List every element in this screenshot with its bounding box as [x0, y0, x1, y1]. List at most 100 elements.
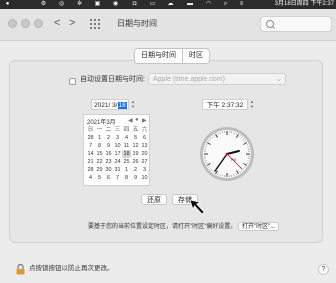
search-status-icon[interactable]: ⌕ — [222, 1, 229, 7]
calendar-day[interactable]: 19 — [131, 150, 140, 158]
zoom-button[interactable] — [34, 19, 43, 28]
calendar-day[interactable]: 3 — [113, 134, 122, 142]
calendar-day[interactable]: 13 — [140, 142, 149, 150]
calendar-day[interactable]: 28 — [86, 134, 95, 142]
clock-center — [225, 152, 229, 156]
calendar-day[interactable]: 10 — [140, 174, 149, 182]
gear-status-icon[interactable]: ⚙ — [40, 1, 47, 7]
tab-bar: 日期与时间 时区 — [134, 48, 210, 64]
calendar: 2021年3月 ◀ ● ▶ 日一二三四五六 28 1 2 3 4 5 6 7 8 9 10 11 12 13… — [83, 114, 150, 186]
auto-time-label: 自动设置日期与时间: — [80, 76, 145, 83]
calendar-day[interactable]: 8 — [122, 174, 131, 182]
calendar-day[interactable]: 5 — [95, 174, 104, 182]
calendar-day[interactable]: 30 — [104, 166, 113, 174]
lock-status-icon[interactable]: ◘ — [131, 1, 138, 7]
calendar-day[interactable]: 12 — [131, 142, 140, 150]
calendar-weekday: 四 — [123, 127, 130, 133]
minimize-button[interactable] — [21, 19, 30, 28]
search-input[interactable] — [276, 18, 328, 30]
cloud-status-icon[interactable]: ☁ — [167, 1, 174, 7]
calendar-day[interactable]: 23 — [104, 158, 113, 166]
open-timezone-button[interactable]: 打开"时区"... — [237, 222, 280, 231]
time-field[interactable]: 下午 2:37:32 — [202, 99, 248, 110]
lock-icon[interactable] — [16, 264, 25, 275]
calendar-day[interactable]: 31 — [113, 166, 122, 174]
calendar-weekday: 日 — [87, 127, 94, 133]
calendar-day[interactable]: 9 — [131, 174, 140, 182]
menu-bar: ● ⚙ ◎ ✲ ▣ ◉ ◘ ▭ ☁ ▬ ◠ ⌕ ≡ 3月18日周四 下午2:37 — [0, 0, 336, 9]
calendar-day[interactable]: 10 — [113, 142, 122, 150]
calendar-day[interactable]: 7 — [113, 174, 122, 182]
calendar-day[interactable]: 15 — [95, 150, 104, 158]
calendar-next-icon[interactable]: ▶ — [142, 117, 147, 124]
calendar-day[interactable]: 3 — [140, 166, 149, 174]
time-server-select[interactable]: Apple (time.apple.com) ⌄ — [148, 73, 286, 85]
calendar-day[interactable]: 16 — [104, 150, 113, 158]
calendar-today-icon[interactable]: ● — [135, 117, 139, 123]
calendar-day[interactable]: 21 — [86, 158, 95, 166]
screen-status-icon[interactable]: ▭ — [149, 1, 156, 7]
window-title: 日期与时间 — [117, 19, 157, 28]
calendar-day[interactable]: 1 — [122, 166, 131, 174]
calendar-day[interactable]: 5 — [131, 134, 140, 142]
chevron-down-icon: ⌄ — [276, 76, 282, 83]
calendar-day[interactable]: 25 — [122, 158, 131, 166]
settings-status-icon[interactable]: ✲ — [76, 1, 83, 7]
calendar-day[interactable]: 8 — [95, 142, 104, 150]
menubar-datetime[interactable]: 3月18日周四 下午2:37 — [275, 0, 334, 9]
calendar-day[interactable]: 26 — [131, 158, 140, 166]
search-icon — [266, 20, 274, 28]
search-field[interactable] — [260, 16, 332, 32]
wifi-status-icon[interactable]: ◉ — [112, 1, 119, 7]
back-button[interactable]: < — [54, 17, 60, 29]
calendar-weekday: 五 — [132, 127, 139, 133]
calendar-day[interactable]: 4 — [86, 174, 95, 182]
show-all-grid-icon[interactable] — [90, 19, 102, 29]
calendar-day[interactable]: 6 — [104, 174, 113, 182]
wifi-icon[interactable]: ◠ — [205, 1, 212, 7]
help-button[interactable]: ? — [318, 264, 329, 275]
calendar-day[interactable]: 24 — [113, 158, 122, 166]
calendar-weekday: 一 — [96, 127, 103, 133]
calendar-day[interactable]: 6 — [140, 134, 149, 142]
calendar-day[interactable]: 28 — [86, 166, 95, 174]
tab-timezone[interactable]: 时区 — [183, 49, 209, 63]
calendar-day[interactable]: 17 — [113, 150, 122, 158]
tab-date-time[interactable]: 日期与时间 — [135, 49, 182, 63]
auto-time-checkbox[interactable] — [69, 78, 76, 85]
time-server-value: Apple (time.apple.com) — [153, 76, 225, 83]
media-status-icon[interactable]: ▣ — [94, 1, 101, 7]
calendar-day[interactable]: 11 — [122, 142, 131, 150]
calendar-weekday: 三 — [114, 127, 121, 133]
calendar-day[interactable]: 29 — [95, 166, 104, 174]
calendar-day[interactable]: 9 — [104, 142, 113, 150]
calendar-day[interactable]: 27 — [140, 158, 149, 166]
time-stepper[interactable]: ▲ ▼ — [249, 99, 255, 109]
apple-menu-icon[interactable]: ● — [4, 1, 11, 7]
mouse-pointer-icon — [189, 199, 205, 215]
record-status-icon[interactable]: ◎ — [58, 1, 65, 7]
calendar-day[interactable]: 22 — [95, 158, 104, 166]
calendar-day[interactable]: 2 — [131, 166, 140, 174]
calendar-day[interactable]: 2 — [104, 134, 113, 142]
calendar-day[interactable]: 18 — [122, 150, 131, 158]
calendar-day[interactable]: 4 — [122, 134, 131, 142]
revert-button[interactable]: 还原 — [141, 194, 167, 205]
date-stepper[interactable]: ▲ ▼ — [130, 99, 136, 109]
forward-button[interactable]: > — [69, 17, 75, 29]
calendar-day[interactable]: 1 — [95, 134, 104, 142]
date-day-selected[interactable]: 18 — [117, 102, 127, 109]
calendar-day[interactable]: 14 — [86, 150, 95, 158]
window-toolbar: < > 日期与时间 — [0, 9, 336, 41]
control-center-icon[interactable]: ≡ — [238, 1, 245, 7]
clock-period: PM — [231, 158, 236, 162]
calendar-day[interactable]: 20 — [140, 150, 149, 158]
calendar-weekday: 二 — [105, 127, 112, 133]
calendar-day[interactable]: 7 — [86, 142, 95, 150]
battery-status-icon[interactable]: ▬ — [185, 1, 195, 7]
date-field[interactable]: 2021/ 3/18 — [91, 99, 129, 110]
calendar-grid: 日一二三四五六 28 1 2 3 4 5 6 7 8 9 10 11 12 13 14 15 16 17 18 19 20… — [86, 126, 149, 182]
timezone-hint-text: 要基于您的当前位置设定时区，请打开"时区"偏好设置。 — [88, 224, 237, 230]
calendar-prev-icon[interactable]: ◀ — [128, 117, 133, 124]
close-button[interactable] — [8, 19, 17, 28]
